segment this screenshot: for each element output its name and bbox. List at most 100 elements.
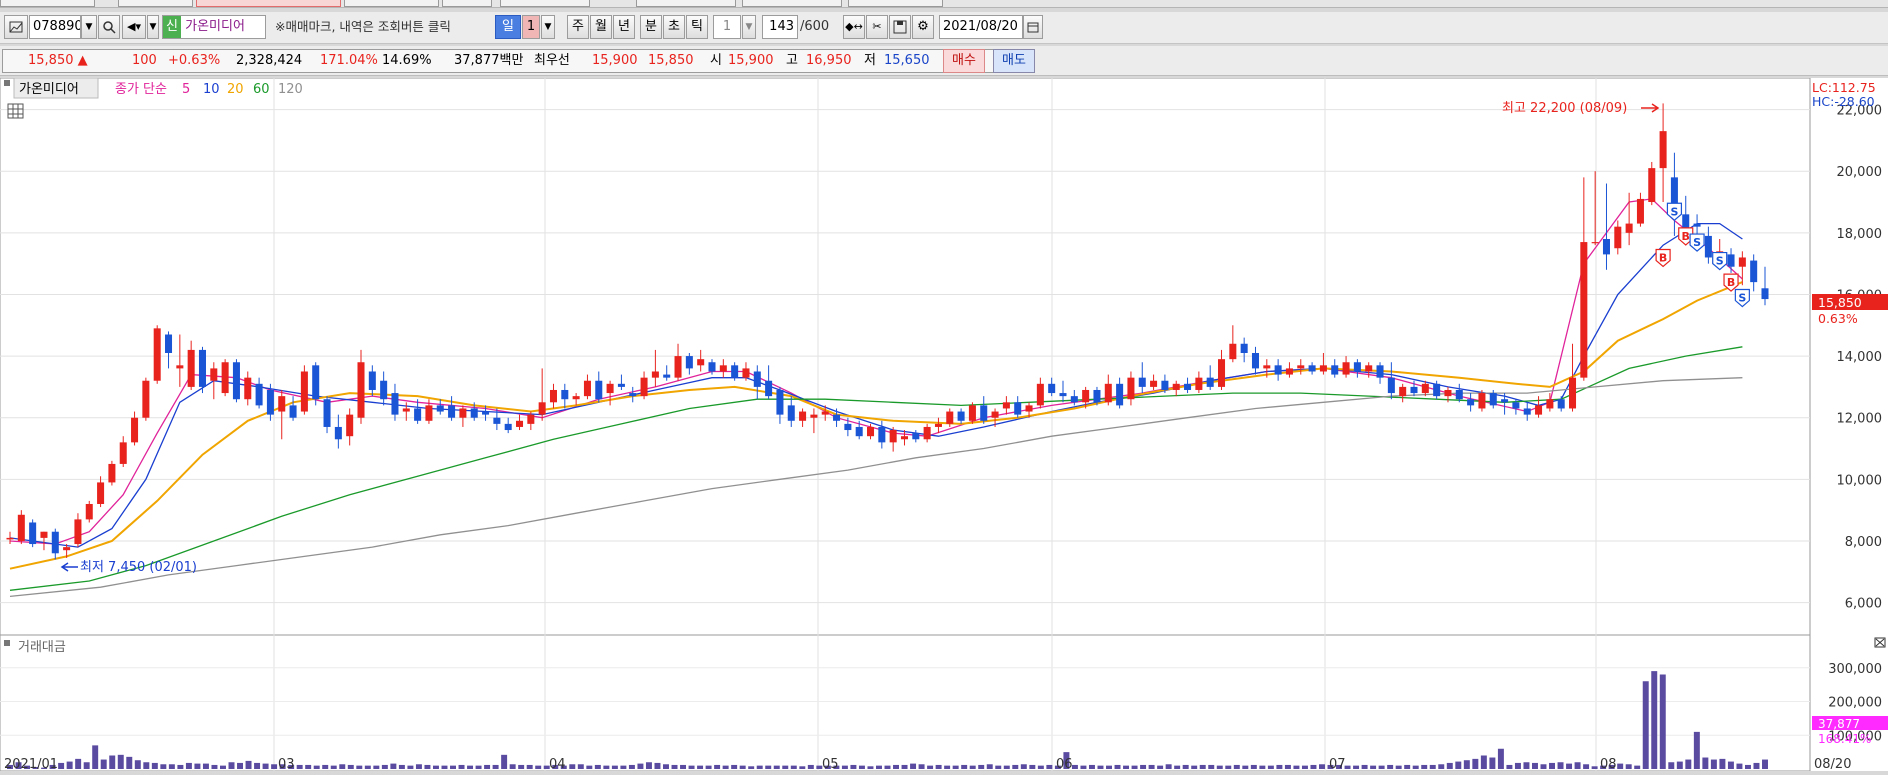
candle-body [617, 383, 625, 387]
volume-bar [1395, 765, 1402, 769]
volume-bar [1412, 765, 1419, 769]
code-dropdown-icon[interactable]: ▼ [81, 15, 97, 39]
volume-bar [83, 762, 90, 769]
volume-bar [739, 765, 746, 769]
interval-dropdown-icon[interactable]: ▼ [742, 15, 756, 39]
volume-bar [185, 762, 192, 769]
candle-body [289, 405, 297, 418]
table-icon[interactable] [7, 103, 24, 119]
candle-body [119, 442, 127, 464]
period-year-button[interactable]: 년 [613, 15, 635, 39]
period-month-button[interactable]: 월 [590, 15, 612, 39]
candle-body [731, 365, 739, 378]
volume-bar [509, 764, 516, 769]
strip-tab[interactable] [500, 0, 590, 7]
new-badge: 신 [163, 16, 181, 38]
volume-bar [714, 764, 721, 769]
candle-body [651, 371, 659, 378]
y-tick-label: 20,000 [1837, 165, 1883, 180]
strip-tab[interactable] [848, 0, 943, 7]
chart-type-icon[interactable] [4, 15, 28, 39]
volume-bar [1088, 764, 1095, 769]
candle-body [968, 405, 976, 421]
candle-body [323, 399, 331, 427]
x-tick-label: 03 [278, 757, 295, 771]
candle-body [1127, 377, 1135, 400]
change-rate: +0.63% [168, 53, 221, 68]
count-input[interactable]: 143 [762, 15, 798, 39]
volume-bar [424, 764, 431, 769]
candle-body [414, 408, 422, 421]
volume-bar [1233, 764, 1240, 769]
strip-tab[interactable] [344, 0, 439, 7]
strip-tab[interactable] [442, 0, 492, 7]
save-icon[interactable] [889, 15, 911, 39]
volume-bar [364, 765, 371, 769]
draw-tool-icon[interactable]: ✂ [866, 15, 888, 39]
volume-bar [722, 765, 729, 769]
candle-body [1206, 377, 1214, 387]
search-icon[interactable] [98, 15, 120, 39]
menu-dropdown-icon[interactable]: ▼ [147, 15, 159, 39]
signal-label: S [1716, 255, 1724, 268]
candle-body [6, 537, 14, 540]
volume-bar [577, 764, 584, 769]
candle-body [1693, 223, 1701, 227]
volume-bar [1140, 764, 1147, 769]
period-second-button[interactable]: 초 [663, 15, 685, 39]
volume-bar [518, 764, 525, 769]
candle-body [516, 420, 524, 427]
period-day-button[interactable]: 일 [495, 15, 521, 39]
strip-tab[interactable] [196, 0, 341, 7]
indicator-icon[interactable]: ◆↔ [843, 15, 865, 39]
volume-bar [330, 765, 337, 769]
volume-bar [245, 760, 252, 769]
strip-tab[interactable] [742, 0, 842, 7]
stock-code-input[interactable]: 078890 [29, 15, 81, 39]
volume-bar [271, 764, 278, 769]
strip-tab[interactable] [118, 0, 193, 7]
volume-bar [867, 766, 874, 769]
buy-button[interactable]: 매수 [943, 49, 985, 73]
y-tick-label: 10,000 [1837, 473, 1883, 488]
gear-icon[interactable]: ⚙ [912, 15, 934, 39]
calendar-icon[interactable] [1023, 15, 1043, 39]
volume-bar [688, 765, 695, 769]
volume-bar [756, 765, 763, 769]
volume-bar [526, 764, 533, 769]
date-input[interactable]: 2021/08/20 [939, 15, 1023, 39]
signal-label: S [1693, 236, 1701, 249]
volume-bar [373, 765, 380, 769]
open-label: 시 [710, 53, 722, 68]
quote-bar: 15,850 ▲ 100 +0.63% 2,328,424 171.04% 14… [0, 46, 1888, 76]
volume-bar [799, 766, 806, 769]
period-tick-button[interactable]: 틱 [686, 15, 708, 39]
volume-bar [1523, 762, 1530, 769]
candle-body [1399, 386, 1407, 397]
period-minute-button[interactable]: 분 [640, 15, 662, 39]
strip-tab[interactable] [0, 0, 95, 7]
high-price: 16,950 [806, 53, 852, 68]
strip-tab[interactable] [636, 0, 736, 7]
volume-bar [1438, 764, 1445, 769]
volume-bar [586, 765, 593, 769]
period-day-count[interactable]: 1 [522, 15, 540, 39]
candle-body [719, 365, 727, 372]
candle-body [1512, 402, 1520, 409]
stock-name-box[interactable]: 신 가온미디어 [162, 15, 266, 39]
volume-bar [1310, 764, 1317, 769]
best-quote-label: 최우선 [534, 53, 570, 68]
period-week-button[interactable]: 주 [567, 15, 589, 39]
sell-button[interactable]: 매도 [993, 49, 1035, 73]
volume-bar [1651, 671, 1658, 769]
volume-bar [680, 764, 687, 769]
volume-bar [1097, 765, 1104, 769]
volume-bar [484, 764, 491, 769]
best-buy-price: 15,850 [648, 53, 694, 68]
candle-body [1025, 405, 1033, 412]
period-dropdown-icon[interactable]: ▼ [541, 15, 555, 39]
price-chart[interactable]: SBBSSBS 22,00020,00018,00016,00014,00012… [0, 77, 1888, 772]
interval-input[interactable]: 1 [713, 15, 741, 39]
speaker-icon[interactable]: ◀▾ [122, 15, 146, 39]
volume-bar [952, 765, 959, 769]
